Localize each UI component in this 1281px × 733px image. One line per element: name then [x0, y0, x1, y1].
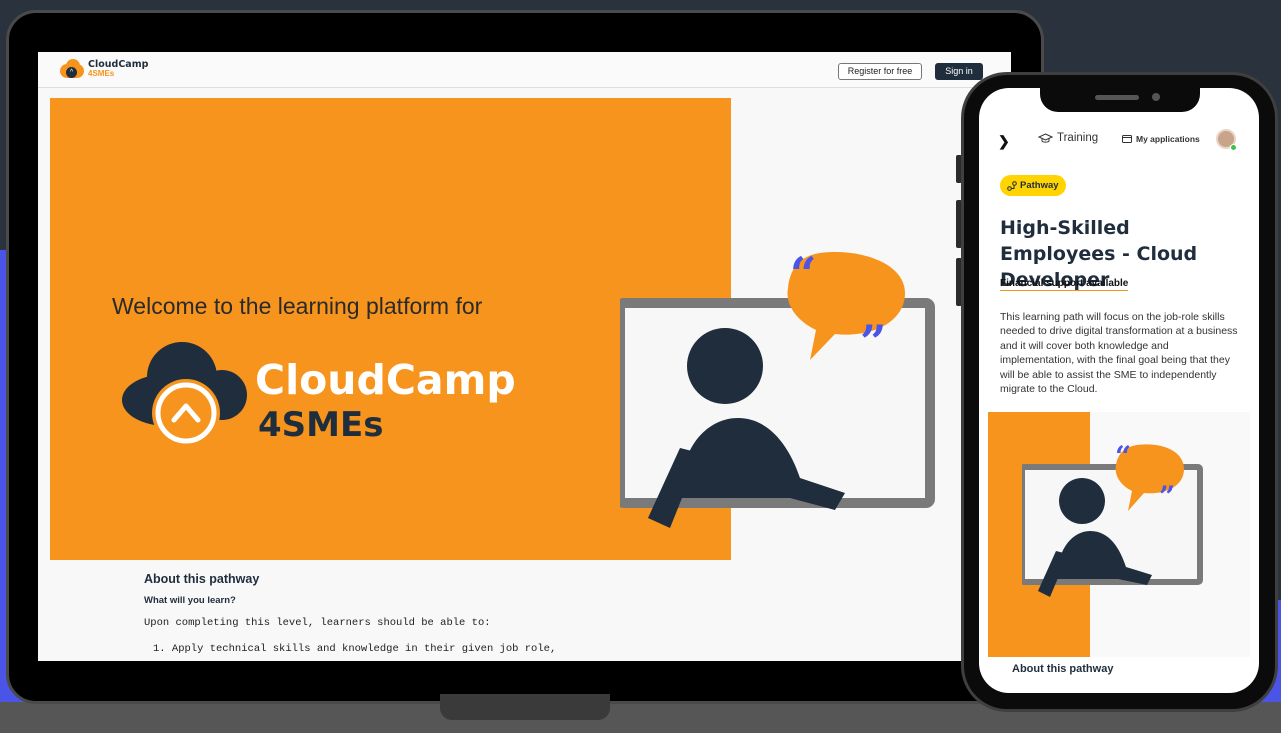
laptop-screen: ^ CloudCamp 4SMEs Register for free Sign… — [38, 52, 1011, 661]
close-quote-icon: ” — [860, 315, 886, 369]
person-icon — [687, 328, 763, 404]
about-section: About this pathway What will you learn? … — [144, 572, 556, 655]
laptop-base — [440, 694, 610, 720]
pathway-description: This learning path will focus on the job… — [1000, 311, 1238, 396]
open-quote-icon: “ — [790, 248, 816, 301]
about-title: About this pathway — [144, 572, 260, 586]
nav-my-applications-label: My applications — [1136, 134, 1200, 144]
window-icon — [1122, 135, 1132, 143]
hero-title: CloudCamp — [255, 356, 516, 404]
signin-button[interactable]: Sign in — [935, 63, 983, 80]
brand-sub: 4SMEs — [88, 69, 115, 78]
brand-logo[interactable]: ^ CloudCamp 4SMEs — [58, 59, 148, 79]
about-intro: Upon completing this level, learners sho… — [144, 617, 491, 629]
app-logo-icon[interactable]: ❯ — [998, 133, 1010, 150]
phone-screen: ❯ Training My applications Pathway High-… — [979, 88, 1259, 693]
brand-name: CloudCamp — [88, 59, 149, 70]
top-navbar: ^ CloudCamp 4SMEs Register for free Sign… — [38, 52, 1011, 88]
graduation-cap-icon — [1038, 132, 1053, 143]
online-status-dot — [1230, 144, 1237, 151]
nav-my-applications[interactable]: My applications — [1122, 134, 1200, 144]
phone-navbar: ❯ Training My applications — [979, 128, 1259, 152]
phone-about-title: About this pathway — [1012, 663, 1114, 675]
nav-training-label: Training — [1057, 132, 1099, 144]
cloud-logo-icon: ^ — [58, 59, 86, 79]
nav-training[interactable]: Training — [1038, 132, 1098, 144]
open-quote-icon: “ — [1115, 440, 1131, 473]
pathway-badge: Pathway — [1000, 175, 1066, 196]
close-quote-icon: ” — [1159, 480, 1175, 513]
person-at-screen-illustration: “ ” — [1022, 440, 1203, 597]
about-item-1: 1. Apply technical skills and knowledge … — [153, 643, 557, 655]
person-icon — [1059, 478, 1105, 524]
cloud-logo-icon — [122, 342, 247, 447]
financial-support-link[interactable]: Financial support available — [1000, 278, 1129, 291]
hero-banner: Welcome to the learning platform for Clo… — [50, 98, 935, 560]
about-subtitle: What will you learn? — [144, 595, 236, 606]
pathway-icon — [1007, 180, 1017, 191]
phone-speaker — [1095, 95, 1139, 100]
hero-subtitle: 4SMEs — [258, 405, 384, 445]
register-button[interactable]: Register for free — [838, 63, 922, 80]
phone-camera — [1152, 93, 1160, 101]
hero-welcome-text: Welcome to the learning platform for — [112, 293, 483, 319]
pathway-image: “ ” — [988, 412, 1250, 657]
person-at-screen-illustration: “ ” — [620, 248, 935, 528]
pathway-badge-label: Pathway — [1020, 180, 1059, 191]
